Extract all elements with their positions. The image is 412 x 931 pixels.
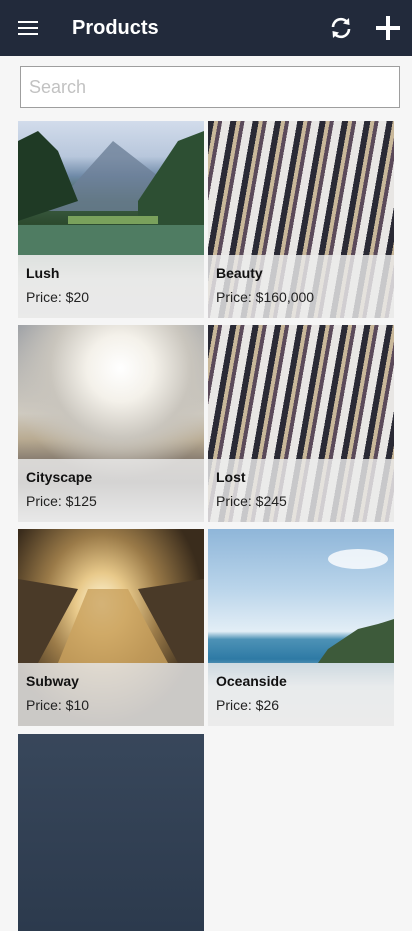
menu-button[interactable] (16, 16, 40, 40)
product-name: Beauty (216, 265, 263, 281)
add-product-button[interactable] (376, 16, 400, 40)
hamburger-menu-icon (18, 21, 38, 23)
product-card[interactable]: Beauty Price: $160,000 (208, 121, 394, 318)
product-price: Price: $20 (26, 289, 90, 305)
product-info: Oceanside Price: $26 (208, 663, 394, 726)
product-card[interactable]: Oceanside Price: $26 (208, 529, 394, 726)
hamburger-menu-icon-bar (18, 27, 38, 29)
product-name: Cityscape (26, 469, 93, 485)
hamburger-menu-icon-bar (18, 33, 38, 35)
refresh-icon (331, 17, 351, 39)
product-name: Lost (216, 469, 246, 485)
app-bar: Products (0, 0, 412, 56)
product-price: Price: $160,000 (216, 289, 315, 305)
product-name: Lush (26, 265, 60, 281)
page-title: Products (72, 17, 159, 39)
refresh-button[interactable] (327, 14, 355, 42)
product-price: Price: $245 (216, 493, 287, 509)
product-info: Lost Price: $245 (208, 459, 394, 522)
product-info: Cityscape Price: $125 (18, 459, 204, 522)
product-name: Oceanside (216, 673, 287, 689)
product-card[interactable]: Cityscape Price: $125 (18, 325, 204, 522)
plus-icon-bar (386, 16, 390, 40)
product-info: Beauty Price: $160,000 (208, 255, 394, 318)
product-card[interactable]: Subway Price: $10 (18, 529, 204, 726)
product-info: Subway Price: $10 (18, 663, 204, 726)
product-card[interactable]: Lost Price: $245 (208, 325, 394, 522)
product-price: Price: $10 (26, 697, 90, 713)
product-card[interactable]: Lush Price: $20 (18, 121, 204, 318)
product-price: Price: $125 (26, 493, 97, 509)
product-price: Price: $26 (216, 697, 280, 713)
product-name: Subway (26, 673, 79, 689)
subway-escalator-image (18, 579, 204, 663)
product-info: Lush Price: $20 (18, 255, 204, 318)
product-card[interactable] (18, 734, 204, 931)
mountain-landscape-image (18, 131, 204, 255)
ocean-coast-image (318, 549, 394, 663)
search-input[interactable] (20, 66, 400, 108)
product-image (18, 734, 204, 931)
